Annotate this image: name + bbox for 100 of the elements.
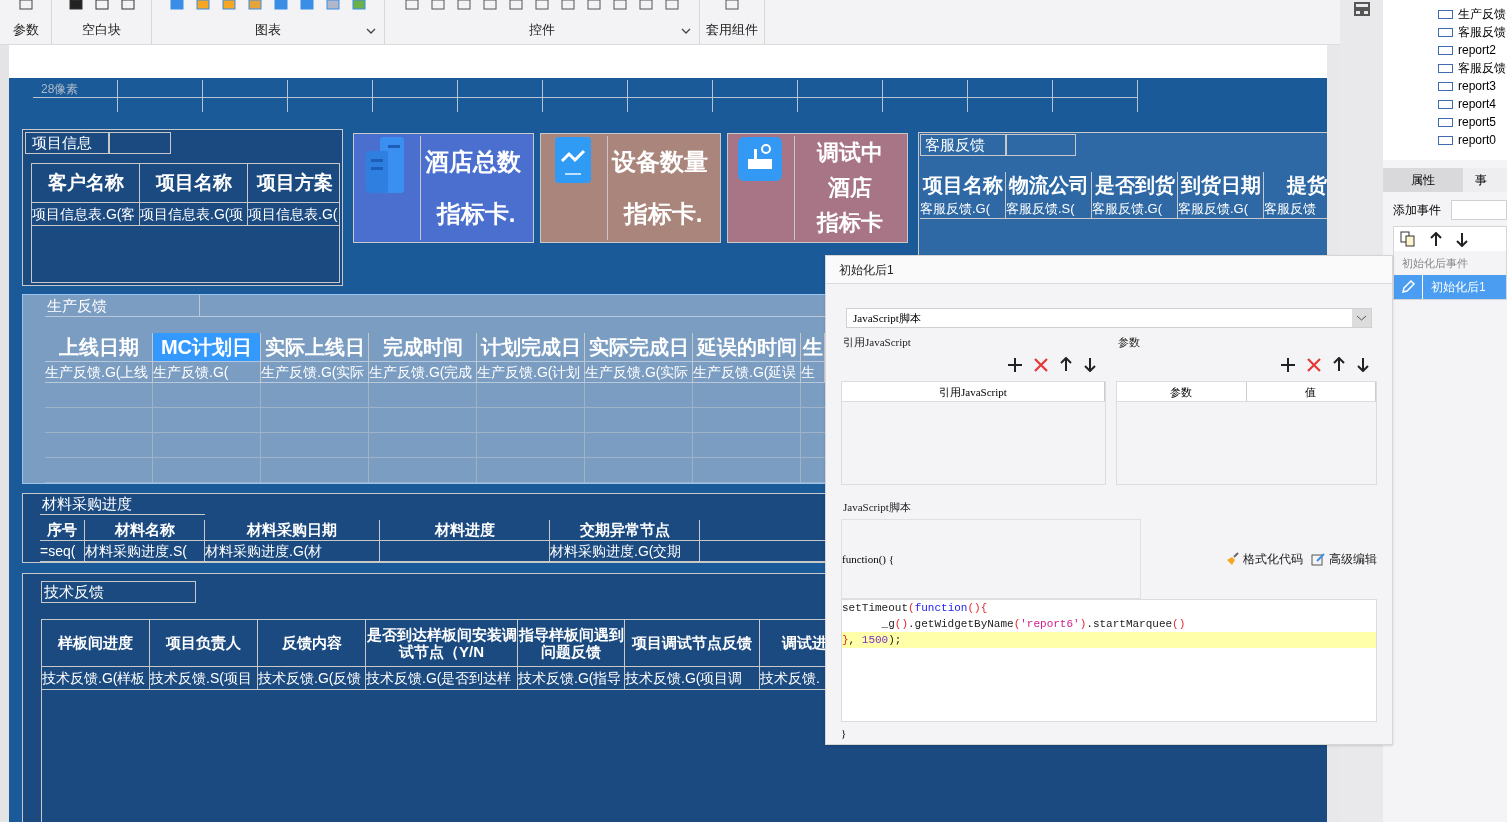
move-up-icon[interactable]: [1333, 357, 1345, 372]
widget-icon[interactable]: [431, 0, 445, 10]
column-header[interactable]: 项目方案: [248, 164, 343, 202]
tree-item[interactable]: report3: [1458, 80, 1497, 92]
tree-item[interactable]: 客服反馈: [1458, 26, 1506, 38]
widget-icon: [1438, 45, 1453, 55]
event-group-label: 初始化后事件: [1394, 251, 1506, 275]
column-header[interactable]: 到货日期: [1178, 172, 1264, 198]
add-icon[interactable]: [1281, 357, 1295, 372]
column-header[interactable]: 交期异常节点: [550, 520, 700, 540]
column-header[interactable]: 项目名称: [140, 164, 248, 202]
column-header[interactable]: 是否到货: [1092, 172, 1178, 198]
column-header[interactable]: 参数: [1117, 381, 1247, 401]
delete-icon[interactable]: [1034, 357, 1048, 372]
advanced-edit-button[interactable]: 高级编辑: [1311, 550, 1377, 568]
toolbar-group-label: 图表: [255, 23, 281, 36]
table-cell: 技术反馈.G(反馈: [258, 667, 366, 689]
table-cell: 项目信息表.G(客: [32, 203, 140, 225]
router-icon: [738, 137, 782, 181]
block-icon[interactable]: [68, 0, 83, 10]
chevron-down-icon[interactable]: [681, 28, 691, 34]
kpi-text: 调试中: [815, 142, 884, 165]
section-label: 引用JavaScript: [842, 335, 912, 350]
column-header[interactable]: 材料采购日期: [205, 520, 380, 540]
table-cell: 技术反馈.G(是否到达样: [366, 667, 518, 689]
column-header[interactable]: 值: [1246, 381, 1376, 401]
chevron-down-icon[interactable]: [366, 28, 376, 34]
widget-icon: [1438, 135, 1453, 145]
widget-icon[interactable]: [405, 0, 419, 10]
column-header[interactable]: 指导样板间遇到问题反馈: [518, 620, 625, 666]
tree-item[interactable]: 生产反馈: [1458, 8, 1506, 20]
dialog-title: 初始化后1: [839, 261, 894, 279]
pencil-icon: [1400, 279, 1416, 295]
column-header[interactable]: 是否到达样板间安装调试节点（Y/N: [366, 620, 518, 666]
table-cell: 客服反馈.G(: [920, 198, 1006, 218]
tree-item[interactable]: report2: [1458, 44, 1497, 56]
column-header[interactable]: 反馈内容: [258, 620, 366, 666]
kpi-text: 指标卡.: [435, 202, 517, 226]
panel-tab[interactable]: 属性: [1383, 168, 1463, 192]
function-header: function() {: [842, 551, 894, 567]
tree-item[interactable]: report0: [1458, 134, 1497, 146]
move-down-icon[interactable]: [1357, 357, 1369, 372]
move-up-icon[interactable]: [1060, 357, 1072, 372]
table-cell: 技术反馈.G(项目调: [625, 667, 760, 689]
table-cell: 项目信息表.G(项: [140, 203, 248, 225]
tree-item[interactable]: 客服反馈: [1458, 62, 1506, 74]
widget-icon: [1438, 63, 1453, 73]
widget-icon[interactable]: [665, 0, 679, 10]
widget-icon: [1438, 27, 1453, 37]
delete-icon[interactable]: [1307, 357, 1321, 372]
widget-icon: [1438, 81, 1453, 91]
section-title: 技术反馈: [41, 581, 196, 603]
column-header[interactable]: 项目名称: [920, 172, 1006, 198]
widget-icon[interactable]: [509, 0, 523, 10]
tree-item[interactable]: report5: [1458, 116, 1497, 128]
widget-icon[interactable]: [561, 0, 575, 10]
widget-icon[interactable]: [457, 0, 471, 10]
layout-icon[interactable]: [1353, 2, 1370, 16]
kpi-card[interactable]: 酒店总数 指标卡.: [353, 133, 534, 243]
move-down-icon[interactable]: [1084, 357, 1096, 372]
column-header[interactable]: 材料进度: [380, 520, 550, 540]
widget-icon[interactable]: [587, 0, 601, 10]
format-code-button[interactable]: 格式化代码: [1225, 550, 1303, 568]
column-header[interactable]: 项目调试节点反馈: [625, 620, 760, 666]
component-icon[interactable]: [725, 0, 739, 10]
table-cell: 材料采购进度.G(交期: [550, 541, 700, 561]
widget-icon[interactable]: [639, 0, 653, 10]
add-icon[interactable]: [1008, 357, 1022, 372]
kpi-text: 指标卡: [815, 211, 884, 234]
copy-icon[interactable]: [1400, 231, 1416, 247]
widget-icon[interactable]: [535, 0, 549, 10]
edit-icon: [1311, 552, 1325, 566]
column-header[interactable]: 项目负责人: [150, 620, 258, 666]
broom-icon: [1225, 552, 1239, 566]
table-cell: 客服反馈.G(: [1178, 198, 1264, 218]
table-cell: 技术反馈.G(指导: [518, 667, 625, 689]
kpi-card[interactable]: 调试中 酒店 指标卡: [727, 133, 908, 243]
widget-icon: [1438, 117, 1453, 127]
event-type-field[interactable]: [1451, 200, 1507, 220]
table-cell: 生产反馈.G(延误: [693, 362, 801, 382]
kpi-text: 酒店总数: [424, 150, 522, 174]
panel-tab[interactable]: 事: [1463, 168, 1507, 192]
table-cell: 生产反馈.G(: [153, 362, 261, 382]
column-header[interactable]: 引用JavaScript: [842, 381, 1105, 401]
code-editor[interactable]: setTimeout(function(){ _g().getWidgetByName('report6').startMarquee() }, 1500);: [841, 599, 1377, 722]
column-header[interactable]: 客户名称: [32, 164, 140, 202]
column-header[interactable]: 序号: [40, 520, 85, 540]
toolbar-group-label: 空白块: [82, 23, 121, 36]
tree-item[interactable]: report4: [1458, 98, 1497, 110]
table-cell: 生产反馈.G(实际: [585, 362, 693, 382]
column-header[interactable]: 物流公司: [1006, 172, 1092, 198]
column-header[interactable]: 样板间进度: [42, 620, 150, 666]
column-header[interactable]: 材料名称: [85, 520, 205, 540]
widget-icon[interactable]: [483, 0, 497, 10]
widget-icon[interactable]: [613, 0, 627, 10]
kpi-text: 设备数量: [610, 150, 709, 174]
move-down-icon[interactable]: [1456, 231, 1468, 247]
move-up-icon[interactable]: [1430, 231, 1442, 247]
parameter-icon[interactable]: [18, 0, 33, 10]
empty-cell: [109, 132, 171, 154]
